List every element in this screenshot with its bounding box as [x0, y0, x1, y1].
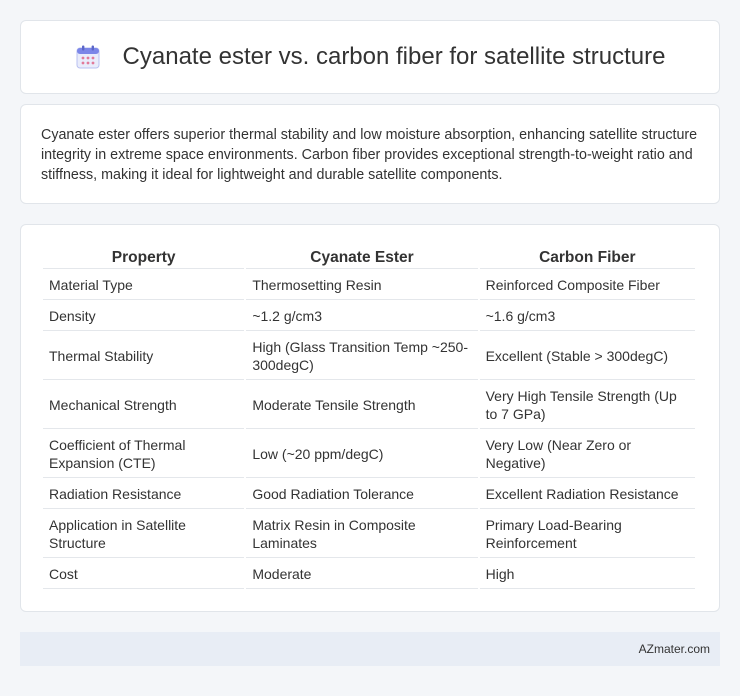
comparison-table: Property Cyanate Ester Carbon Fiber Mate… — [41, 245, 697, 591]
cell-property: Material Type — [43, 271, 245, 300]
table-row: Application in Satellite Structure Matri… — [43, 511, 695, 558]
column-header-carbon-fiber: Carbon Fiber — [479, 247, 695, 269]
cell-property: Coefficient of Thermal Expansion (CTE) — [43, 431, 245, 478]
cell-cyanate-ester: Low (~20 ppm/degC) — [246, 431, 478, 478]
cell-cyanate-ester: Thermosetting Resin — [246, 271, 478, 300]
column-header-property: Property — [43, 247, 245, 269]
summary-text: Cyanate ester offers superior thermal st… — [41, 127, 698, 183]
table-row: Density ~1.2 g/cm3 ~1.6 g/cm3 — [43, 302, 695, 331]
cell-carbon-fiber: Very High Tensile Strength (Up to 7 GPa) — [479, 382, 695, 429]
summary-card: Cyanate ester offers superior thermal st… — [20, 104, 720, 204]
table-header-row: Property Cyanate Ester Carbon Fiber — [43, 247, 695, 269]
cell-property: Mechanical Strength — [43, 382, 245, 429]
cell-property: Application in Satellite Structure — [43, 511, 245, 558]
cell-property: Density — [43, 302, 245, 331]
table-row: Mechanical Strength Moderate Tensile Str… — [43, 382, 695, 429]
cell-carbon-fiber: Reinforced Composite Fiber — [479, 271, 695, 300]
table-row: Coefficient of Thermal Expansion (CTE) L… — [43, 431, 695, 478]
cell-cyanate-ester: Moderate Tensile Strength — [246, 382, 478, 429]
cell-cyanate-ester: ~1.2 g/cm3 — [246, 302, 478, 331]
cell-carbon-fiber: Very Low (Near Zero or Negative) — [479, 431, 695, 478]
cell-carbon-fiber: ~1.6 g/cm3 — [479, 302, 695, 331]
comparison-table-card: Property Cyanate Ester Carbon Fiber Mate… — [20, 224, 720, 612]
cell-cyanate-ester: High (Glass Transition Temp ~250-300degC… — [246, 333, 478, 380]
cell-carbon-fiber: Primary Load-Bearing Reinforcement — [479, 511, 695, 558]
title-card: Cyanate ester vs. carbon fiber for satel… — [20, 20, 720, 94]
table-row: Cost Moderate High — [43, 560, 695, 589]
column-header-cyanate-ester: Cyanate Ester — [246, 247, 478, 269]
calendar-icon — [76, 45, 100, 69]
page-title: Cyanate ester vs. carbon fiber for satel… — [122, 43, 666, 70]
cell-carbon-fiber: High — [479, 560, 695, 589]
cell-cyanate-ester: Good Radiation Tolerance — [246, 480, 478, 509]
table-row: Radiation Resistance Good Radiation Tole… — [43, 480, 695, 509]
footer-site-link[interactable]: AZmater.com — [639, 642, 710, 656]
cell-cyanate-ester: Matrix Resin in Composite Laminates — [246, 511, 478, 558]
footer: AZmater.com — [20, 632, 720, 666]
table-row: Thermal Stability High (Glass Transition… — [43, 333, 695, 380]
cell-property: Radiation Resistance — [43, 480, 245, 509]
cell-carbon-fiber: Excellent (Stable > 300degC) — [479, 333, 695, 380]
cell-property: Thermal Stability — [43, 333, 245, 380]
table-row: Material Type Thermosetting Resin Reinfo… — [43, 271, 695, 300]
cell-cyanate-ester: Moderate — [246, 560, 478, 589]
cell-property: Cost — [43, 560, 245, 589]
cell-carbon-fiber: Excellent Radiation Resistance — [479, 480, 695, 509]
